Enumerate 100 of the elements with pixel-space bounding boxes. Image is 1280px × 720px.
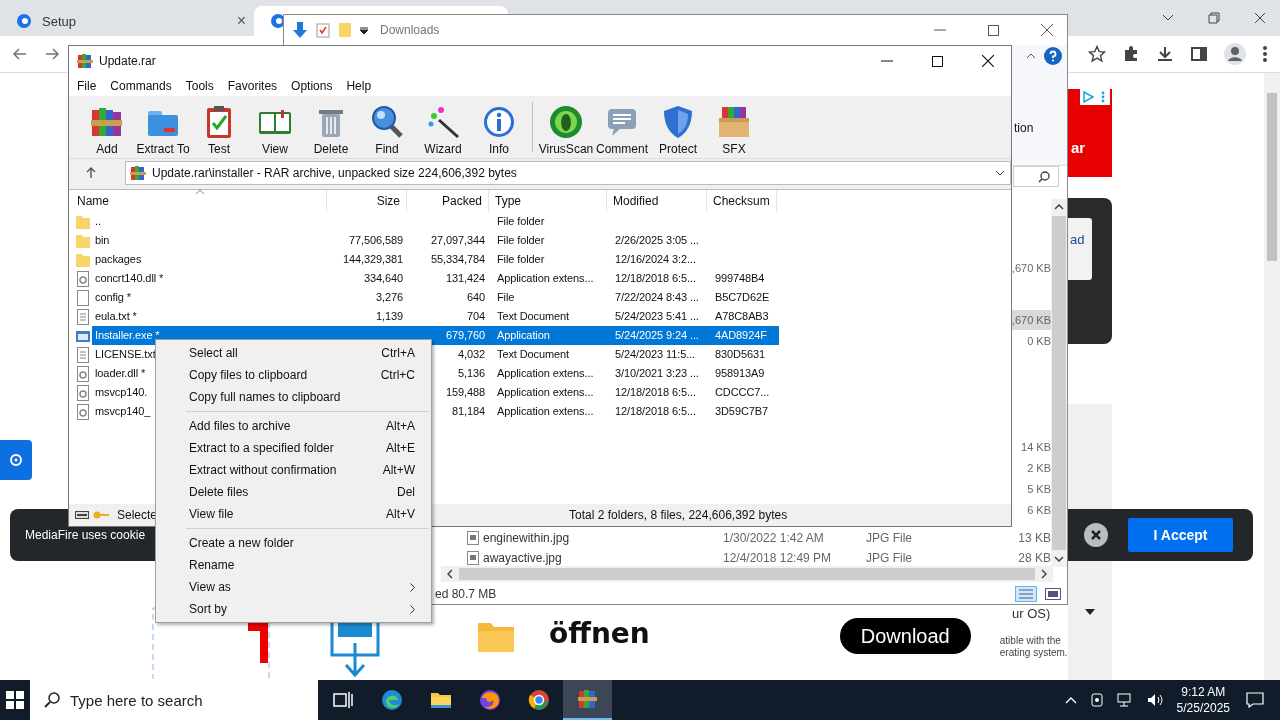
file-row[interactable]: 5 KB (1011, 479, 1053, 499)
toolbar-button[interactable]: Test (191, 98, 247, 156)
browser-tab[interactable]: Setup × (0, 6, 254, 36)
menu-item[interactable]: Favorites (227, 79, 278, 93)
chevron-left-icon[interactable] (447, 569, 453, 579)
column-header[interactable]: Checksum (707, 190, 777, 212)
chevron-up-icon[interactable] (1054, 204, 1064, 210)
close-icon[interactable] (1041, 24, 1053, 36)
side-panel-icon[interactable] (1190, 45, 1208, 63)
toolbar-button[interactable]: Protect (650, 98, 706, 156)
table-cell[interactable]: Text Document (491, 345, 609, 364)
table-cell[interactable]: Application extens... (491, 364, 609, 383)
column-header[interactable]: Modified (607, 190, 707, 212)
table-cell[interactable]: 77,506,589 (329, 231, 409, 250)
device-icon[interactable] (1088, 692, 1105, 708)
file-row[interactable]: 0 KB (1011, 331, 1053, 351)
table-cell[interactable]: 12/18/2018 6:5... (609, 383, 709, 402)
table-cell[interactable]: eula.txt * (92, 307, 329, 326)
chevron-up-icon[interactable] (1026, 53, 1036, 59)
ad-choices-icon[interactable] (1080, 89, 1110, 105)
os-select[interactable]: ur OS) (1012, 606, 1051, 621)
search-field[interactable]: Type here to search (30, 680, 318, 720)
table-cell[interactable]: Application extens... (491, 269, 609, 288)
table-cell[interactable]: concrt140.dll * (92, 269, 329, 288)
puzzle-icon[interactable] (1122, 45, 1140, 63)
toolbar-button[interactable]: Extract To (135, 98, 191, 156)
table-cell[interactable]: 27,097,344 (409, 231, 491, 250)
table-cell[interactable]: 12/18/2018 6:5... (609, 269, 709, 288)
table-cell[interactable]: A78C8AB3 (709, 307, 779, 326)
table-cell[interactable]: 999748B4 (709, 269, 779, 288)
toolbar-button[interactable]: Delete (303, 98, 359, 156)
arrow-down-icon[interactable] (292, 21, 308, 39)
accept-button[interactable]: I Accept (1128, 518, 1233, 552)
back-icon[interactable] (12, 46, 28, 62)
table-cell[interactable]: .. (92, 212, 329, 231)
table-cell[interactable]: Application extens... (491, 402, 609, 421)
floating-button[interactable] (0, 440, 32, 480)
table-cell[interactable]: File folder (491, 212, 609, 231)
scrollbar[interactable] (1051, 199, 1067, 567)
table-cell[interactable]: 334,640 (329, 269, 409, 288)
menu-item[interactable]: View as (156, 576, 431, 598)
table-cell[interactable]: Application extens... (491, 383, 609, 402)
menu-item[interactable]: Commands (110, 79, 172, 93)
menu-item[interactable]: Add files to archive Alt+A (156, 415, 431, 437)
toolbar-button[interactable]: SFX (706, 98, 762, 156)
menu-item[interactable]: Delete files Del (156, 481, 431, 503)
table-cell[interactable]: Application (491, 326, 609, 345)
scrollbar[interactable] (1264, 73, 1280, 680)
ribbon-label[interactable]: tion (1014, 121, 1034, 135)
maximize-icon[interactable] (932, 55, 943, 67)
chevron-icon[interactable] (1162, 14, 1174, 22)
table-cell[interactable]: 5/24/2023 5:41 ... (609, 307, 709, 326)
chevron-right-icon[interactable] (1041, 569, 1047, 579)
table-cell[interactable]: 12/18/2018 6:5... (609, 402, 709, 421)
toolbar-button[interactable]: Add (79, 98, 135, 156)
forward-icon[interactable] (44, 46, 60, 62)
link[interactable]: ad (1070, 232, 1085, 247)
restore-icon[interactable] (1208, 12, 1220, 24)
close-icon[interactable] (1254, 12, 1266, 24)
thumbnail-view-icon[interactable] (1045, 588, 1061, 600)
table-cell[interactable]: 4AD8924F (709, 326, 779, 345)
dropdown-icon[interactable] (1085, 609, 1095, 615)
table-cell[interactable]: 12/16/2024 3:2... (609, 250, 709, 269)
column-header[interactable]: Size (327, 190, 407, 212)
table-cell[interactable]: 958913A9 (709, 364, 779, 383)
table-cell[interactable]: 3,276 (329, 288, 409, 307)
toolbar-button[interactable]: View (247, 98, 303, 156)
table-cell[interactable]: bin (92, 231, 329, 250)
table-cell[interactable]: File (491, 288, 609, 307)
chevron-down-icon[interactable] (1054, 556, 1064, 562)
table-cell[interactable]: Text Document (491, 307, 609, 326)
toolbar-button[interactable]: Wizard (415, 98, 471, 156)
table-cell[interactable]: 704 (409, 307, 491, 326)
table-cell[interactable]: 5/24/2023 11:5... (609, 345, 709, 364)
table-cell[interactable]: 2/26/2025 3:05 ... (609, 231, 709, 250)
speaker-icon[interactable] (1146, 692, 1165, 708)
table-cell[interactable]: 55,334,784 (409, 250, 491, 269)
close-tab-button[interactable]: × (236, 12, 246, 30)
ad-banner[interactable]: ar (1068, 89, 1112, 177)
table-cell[interactable]: 3D59C7B7 (709, 402, 779, 421)
table-cell[interactable]: 1,139 (329, 307, 409, 326)
windows-icon[interactable] (6, 691, 24, 709)
menu-item[interactable]: Extract without confirmation Alt+W (156, 459, 431, 481)
table-cell[interactable]: 5/24/2025 9:24 ... (609, 326, 709, 345)
toolbar-button[interactable]: VirusScan (538, 98, 594, 156)
menu-item[interactable]: Tools (185, 79, 214, 93)
table-cell[interactable]: B5C7D62E (709, 288, 779, 307)
menu-icon[interactable] (1262, 45, 1268, 63)
close-icon[interactable] (1084, 523, 1108, 547)
table-cell[interactable]: CDCCC7... (709, 383, 779, 402)
table-cell[interactable]: 3/10/2021 3:23 ... (609, 364, 709, 383)
file-row[interactable]: awayactive.jpg 12/4/2018 12:49 PM JPG File 28 KB (454, 548, 1053, 568)
file-row[interactable]: 6 KB (1011, 500, 1053, 520)
notification-icon[interactable] (1246, 692, 1264, 708)
menu-item[interactable]: Copy full names to clipboard (156, 386, 431, 408)
dropdown-icon[interactable] (360, 26, 368, 34)
column-header[interactable]: Type (489, 190, 607, 212)
maximize-icon[interactable] (988, 24, 999, 36)
star-icon[interactable] (1088, 45, 1106, 63)
table-cell[interactable]: 640 (409, 288, 491, 307)
